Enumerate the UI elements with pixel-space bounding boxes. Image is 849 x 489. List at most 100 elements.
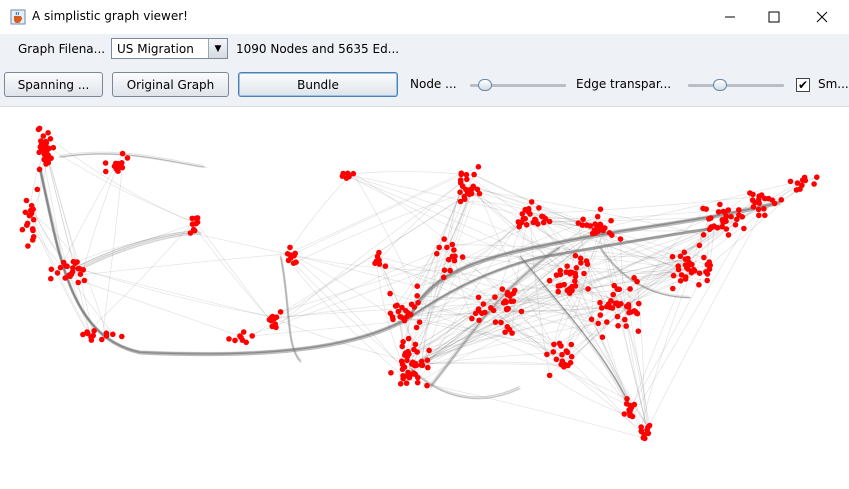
- graph-node: [717, 201, 723, 208]
- check-icon: ✔: [797, 78, 809, 92]
- graph-node: [287, 244, 293, 251]
- graph-node: [631, 275, 637, 281]
- graph-node: [459, 254, 466, 260]
- maximize-button[interactable]: [750, 0, 798, 34]
- graph-node: [91, 328, 97, 334]
- graph-node: [600, 227, 606, 234]
- graph-file-select[interactable]: US Migration ▼: [111, 38, 228, 59]
- graph-node: [403, 380, 410, 387]
- graph-node: [623, 303, 630, 310]
- graph-node: [403, 308, 409, 314]
- graph-node: [480, 301, 487, 307]
- graph-node: [704, 271, 711, 277]
- graph-node: [555, 288, 561, 295]
- graph-node: [387, 290, 393, 297]
- graph-node: [119, 164, 126, 171]
- graph-node: [607, 304, 613, 311]
- edge-transparency-slider-thumb[interactable]: [712, 79, 727, 91]
- graph-node: [30, 216, 37, 223]
- minimize-icon: [725, 16, 735, 18]
- graph-node: [110, 331, 116, 338]
- graph-node: [415, 299, 421, 306]
- graph-node: [546, 372, 553, 379]
- graph-node: [499, 286, 506, 292]
- spanning-button[interactable]: Spanning ...: [4, 72, 103, 97]
- graph-node: [50, 144, 57, 151]
- graph-node: [522, 215, 528, 222]
- graph-node: [566, 269, 573, 276]
- graph-node: [47, 136, 54, 142]
- graph-node: [119, 333, 125, 340]
- graph-canvas[interactable]: [0, 107, 849, 486]
- graph-node: [395, 308, 402, 315]
- graph-node: [445, 256, 452, 263]
- node-size-slider-thumb[interactable]: [478, 79, 493, 91]
- graph-node: [277, 309, 284, 315]
- graph-node: [617, 236, 624, 242]
- graph-node: [507, 293, 513, 299]
- graph-node: [573, 265, 580, 271]
- graph-visualization: [19, 125, 820, 442]
- graph-node: [444, 244, 450, 251]
- graph-node: [522, 206, 528, 213]
- graph-node: [723, 226, 730, 232]
- graph-node: [502, 329, 508, 335]
- graph-node: [34, 186, 41, 193]
- graph-node: [27, 207, 34, 214]
- graph-node: [530, 219, 537, 226]
- graph-node: [441, 267, 448, 273]
- graph-node: [696, 270, 703, 276]
- graph-node: [388, 370, 394, 376]
- graph-node: [626, 309, 632, 316]
- graph-node: [769, 197, 776, 203]
- graph-node: [588, 316, 595, 323]
- graph-node: [553, 356, 560, 363]
- graph-node: [675, 266, 682, 273]
- graph-node: [102, 160, 109, 166]
- close-icon: [816, 11, 828, 23]
- graph-node: [425, 364, 431, 371]
- graph-node: [568, 341, 575, 348]
- graph-node: [413, 324, 420, 331]
- graph-node: [45, 130, 51, 136]
- original-graph-button[interactable]: Original Graph: [112, 72, 229, 97]
- graph-node: [540, 219, 547, 226]
- graph-node: [54, 270, 61, 276]
- graph-node: [811, 181, 817, 187]
- graph-node: [577, 255, 584, 262]
- graph-node: [741, 225, 747, 232]
- graph-node: [715, 209, 722, 215]
- graph-node: [778, 197, 785, 203]
- graph-node: [546, 277, 553, 284]
- close-button[interactable]: [798, 0, 846, 34]
- graph-node: [550, 349, 557, 355]
- minimize-button[interactable]: [706, 0, 754, 34]
- bundle-button[interactable]: Bundle: [238, 72, 398, 97]
- graph-node: [459, 183, 466, 190]
- edge-transparency-slider[interactable]: [688, 78, 784, 92]
- graph-node: [405, 335, 412, 342]
- graph-node: [469, 315, 475, 322]
- graph-node: [500, 300, 507, 306]
- graph-node: [558, 343, 564, 349]
- graph-node: [464, 176, 470, 183]
- graph-node: [787, 178, 794, 185]
- graph-node: [451, 257, 458, 264]
- graph-node: [103, 333, 110, 339]
- graph-node: [585, 286, 591, 292]
- graph-node: [509, 330, 515, 336]
- graph-node: [392, 303, 399, 309]
- graph-node: [424, 357, 431, 363]
- chevron-down-icon[interactable]: ▼: [208, 39, 227, 58]
- graph-node: [441, 236, 448, 242]
- graph-node: [682, 276, 689, 282]
- graph-node: [597, 206, 604, 212]
- graph-node: [515, 219, 522, 225]
- graph-node: [636, 300, 642, 307]
- smooth-checkbox[interactable]: ✔: [796, 78, 810, 92]
- graph-node: [414, 283, 421, 289]
- graph-node: [449, 241, 456, 248]
- graph-node: [623, 323, 629, 329]
- node-size-slider[interactable]: [470, 78, 566, 92]
- title-bar: A simplistic graph viewer!: [0, 0, 849, 34]
